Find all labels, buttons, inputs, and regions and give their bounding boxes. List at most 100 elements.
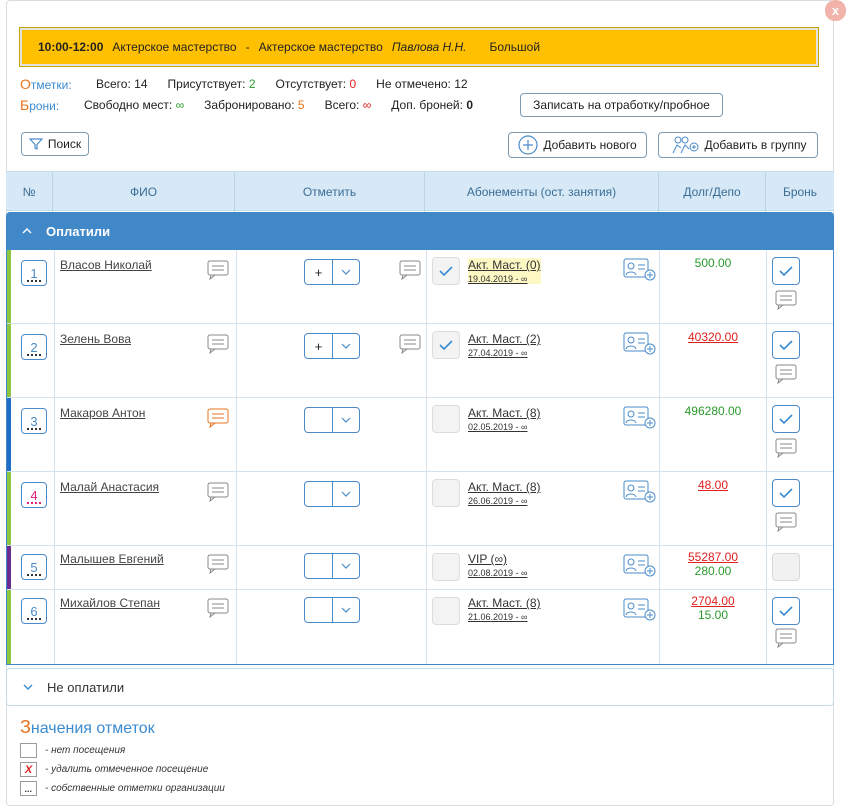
booking-checkbox[interactable]: [772, 553, 800, 581]
subscription-link[interactable]: Акт. Маст. (8) 02.05.2019 - ∞: [468, 406, 541, 432]
group-paid-toggle[interactable]: Оплатили: [6, 212, 834, 250]
chevron-down-icon: [341, 417, 351, 423]
mark-select[interactable]: +: [304, 259, 360, 285]
student-name-link[interactable]: Михайлов Степан: [60, 596, 160, 610]
booking-checkbox[interactable]: [772, 479, 800, 507]
mark-select[interactable]: [304, 553, 360, 579]
mark-select[interactable]: [304, 481, 360, 507]
booking-comment-icon[interactable]: [775, 512, 797, 532]
debt-value: 48.00: [697, 478, 729, 492]
table-header: № ФИО Отметить Абонементы (ост. занятия)…: [6, 171, 834, 212]
close-button[interactable]: x: [825, 0, 846, 21]
booking-comment-icon[interactable]: [775, 364, 797, 384]
booking-comment-icon[interactable]: [775, 628, 797, 648]
booking-checkbox[interactable]: [772, 331, 800, 359]
add-to-group-label: Добавить в группу: [704, 138, 807, 152]
person-add-icon[interactable]: [623, 332, 657, 356]
subscription-link[interactable]: Акт. Маст. (8) 21.06.2019 - ∞: [468, 596, 541, 622]
debt-value: 500.00: [694, 256, 732, 270]
row-number-button[interactable]: 6: [21, 598, 47, 624]
comment-icon[interactable]: [207, 482, 229, 502]
mark-select[interactable]: [304, 407, 360, 433]
subscription-checkbox[interactable]: [432, 257, 460, 285]
mark-comment-icon[interactable]: [399, 334, 421, 354]
bookings-summary: Брони: Свободно мест: ∞ Забронировано: 5…: [20, 97, 473, 113]
person-add-icon[interactable]: [623, 480, 657, 504]
debt-value: 2704.00 15.00: [691, 594, 735, 622]
subscription-link[interactable]: Акт. Маст. (2) 27.04.2019 - ∞: [468, 332, 541, 358]
comment-icon[interactable]: [207, 598, 229, 618]
group-paid-label: Оплатили: [46, 223, 111, 239]
booking-comment-icon[interactable]: [775, 438, 797, 458]
comment-icon[interactable]: [207, 334, 229, 354]
trial-enroll-button[interactable]: Записать на отработку/пробное: [520, 93, 723, 117]
col-name: ФИО: [53, 172, 235, 212]
bookings-booked: 5: [297, 98, 305, 112]
check-icon: [779, 340, 793, 351]
subscription-checkbox[interactable]: [432, 597, 460, 625]
person-add-icon[interactable]: [623, 554, 657, 578]
student-name-link[interactable]: Малай Анастасия: [60, 480, 159, 494]
subscription-link[interactable]: Акт. Маст. (0) 19.04.2019 - ∞: [468, 258, 541, 284]
comment-icon[interactable]: [207, 408, 229, 428]
mark-comment-icon[interactable]: [399, 260, 421, 280]
booking-checkbox[interactable]: [772, 597, 800, 625]
subscription-link[interactable]: Акт. Маст. (8) 26.06.2019 - ∞: [468, 480, 541, 506]
lesson-banner: 10:00-12:00 Актерское мастерство - Актер…: [19, 27, 819, 67]
bookings-heading: Брони:: [20, 97, 60, 113]
table-row: 1 Власов Николай + Акт. Маст. (0) 19.04.2…: [7, 250, 833, 324]
table-row: 5 Малышев Евгений VIP (∞) 02.08.2019 - ∞ …: [7, 546, 833, 590]
marks-unmarked: 12: [454, 77, 468, 91]
student-name-link[interactable]: Зелень Вова: [60, 332, 131, 346]
debt-value: 40320.00: [687, 330, 739, 344]
booking-checkbox[interactable]: [772, 257, 800, 285]
subscription-checkbox[interactable]: [432, 479, 460, 507]
comment-icon[interactable]: [207, 554, 229, 574]
student-name-link[interactable]: Макаров Антон: [60, 406, 145, 420]
table-row: 2 Зелень Вова + Акт. Маст. (2) 27.04.2019…: [7, 324, 833, 398]
add-new-label: Добавить нового: [543, 138, 637, 152]
subscription-checkbox[interactable]: [432, 405, 460, 433]
marks-total: 14: [134, 77, 148, 91]
legend-title: Значения отметок: [20, 717, 155, 737]
search-button[interactable]: Поиск: [21, 132, 89, 156]
student-name-link[interactable]: Малышев Евгений: [60, 552, 164, 566]
row-number-button[interactable]: 4: [21, 482, 47, 508]
add-to-group-button[interactable]: Добавить в группу: [658, 132, 818, 158]
chevron-down-icon: [341, 607, 351, 613]
person-add-icon[interactable]: [623, 406, 657, 430]
row-number-button[interactable]: 1: [21, 260, 47, 286]
add-new-button[interactable]: Добавить нового: [508, 132, 647, 158]
subscription-checkbox[interactable]: [432, 331, 460, 359]
plus-circle-icon: [518, 135, 538, 155]
row-number-button[interactable]: 5: [21, 554, 47, 580]
legend-item: - нет посещения: [20, 743, 125, 758]
legend-dots-box: ...: [20, 781, 37, 796]
mark-select[interactable]: [304, 597, 360, 623]
chevron-up-icon: [22, 228, 32, 234]
legend-item: X - удалить отмеченное посещение: [20, 762, 208, 777]
subscription-checkbox[interactable]: [432, 553, 460, 581]
student-name-link[interactable]: Власов Николай: [60, 258, 152, 272]
check-icon: [779, 414, 793, 425]
row-number-button[interactable]: 2: [21, 334, 47, 360]
person-add-icon[interactable]: [623, 258, 657, 282]
table-row: 4 Малай Анастасия Акт. Маст. (8) 26.06.20…: [7, 472, 833, 546]
chevron-down-icon: [341, 269, 351, 275]
mark-select[interactable]: +: [304, 333, 360, 359]
booking-comment-icon[interactable]: [775, 290, 797, 310]
students-table: 1 Власов Николай + Акт. Маст. (0) 19.04.2…: [6, 250, 834, 665]
group-unpaid-toggle[interactable]: Не оплатили: [6, 668, 834, 706]
debt-value: 55287.00 280.00: [687, 550, 739, 578]
row-number-button[interactable]: 3: [21, 408, 47, 434]
check-icon: [779, 488, 793, 499]
col-booking: Бронь: [782, 185, 818, 199]
booking-checkbox[interactable]: [772, 405, 800, 433]
lesson-room: Большой: [489, 40, 541, 54]
person-add-icon[interactable]: [623, 598, 657, 622]
filter-icon: [28, 138, 43, 150]
col-mark: Отметить: [235, 172, 425, 212]
subscription-link[interactable]: VIP (∞) 02.08.2019 - ∞: [468, 552, 527, 578]
group-unpaid-label: Не оплатили: [47, 679, 125, 695]
comment-icon[interactable]: [207, 260, 229, 280]
